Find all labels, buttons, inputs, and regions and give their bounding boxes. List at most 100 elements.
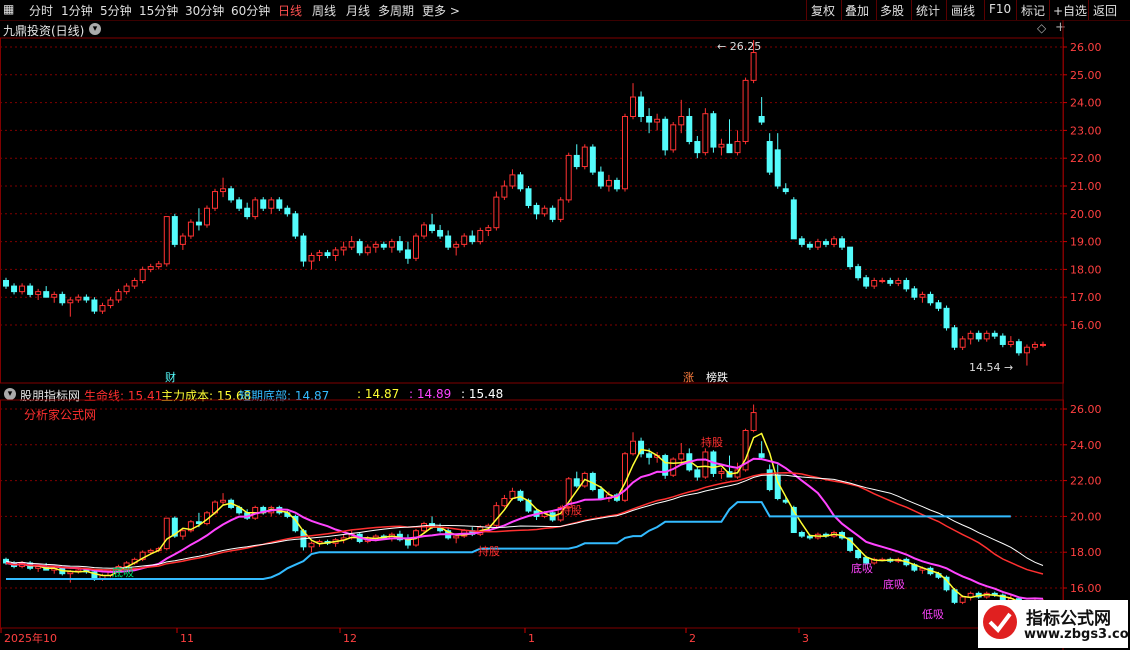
indicator-candle-body (252, 506, 259, 519)
x-axis-label: 3 (802, 632, 809, 645)
candle-body (903, 280, 910, 290)
period-tab-10[interactable]: 更多 > (422, 2, 460, 19)
stock-title[interactable]: 九鼎投资(日线) (3, 22, 84, 39)
candle-body (694, 141, 701, 154)
candle-body (758, 116, 765, 123)
indicator-candle-body (621, 453, 628, 501)
candle-body (1015, 341, 1022, 354)
period-tab-6[interactable]: 日线 (278, 2, 302, 19)
candle-body (67, 299, 74, 304)
action-button-4[interactable]: 画线 (951, 2, 975, 19)
toolbar-separator (876, 0, 877, 20)
indicator-candle-body (163, 517, 170, 550)
signal-label-1: 持股 (478, 544, 500, 558)
candle-body (3, 280, 9, 287)
action-button-0[interactable]: 复权 (811, 2, 835, 19)
indicator-candle-body (453, 535, 460, 539)
candle-body (437, 229, 444, 237)
action-button-3[interactable]: 统计 (916, 2, 940, 19)
toolbar-separator (984, 0, 985, 20)
action-button-2[interactable]: 多股 (880, 2, 904, 19)
candle-body (187, 221, 194, 237)
candle-body (372, 243, 379, 248)
candle-body (895, 280, 902, 284)
candle-body (718, 143, 725, 148)
candle-body (774, 149, 781, 187)
indicator-candle-body (605, 494, 612, 500)
period-tab-5[interactable]: 60分钟 (231, 2, 270, 19)
action-button-7[interactable]: +自选 (1053, 2, 1087, 19)
chevron-down-icon[interactable]: ▾ (89, 23, 101, 35)
indicator-candle-body (597, 489, 604, 499)
indicator-value-0: 生命线: 15.41 (84, 389, 163, 403)
period-tab-8[interactable]: 月线 (346, 2, 370, 19)
indicator-candle-body (493, 505, 500, 526)
candle-body (734, 141, 741, 154)
period-tab-0[interactable]: 分时 (29, 2, 53, 19)
candle-body (541, 207, 548, 215)
candle-body (91, 299, 98, 312)
indicator-y-tick-label: 18.00 (1070, 546, 1102, 559)
chevron-down-icon[interactable]: ▾ (4, 388, 16, 400)
indicator-candle-body (332, 539, 339, 544)
indicator-value-5: : 15.48 (461, 387, 504, 401)
candle-body (782, 188, 789, 193)
indicator-candle-body (726, 471, 733, 478)
candle-body (75, 296, 82, 301)
grid-icon[interactable]: ▦ (3, 2, 14, 16)
period-tab-4[interactable]: 30分钟 (185, 2, 224, 19)
x-axis-label: 1 (528, 632, 535, 645)
candle-body (654, 118, 661, 123)
indicator-candle-body (871, 558, 878, 564)
candle-body (621, 116, 628, 190)
candle-body (967, 332, 974, 340)
action-button-8[interactable]: 返回 (1093, 2, 1117, 19)
indicator-candle-body (919, 567, 926, 571)
stock-chart[interactable]: 26.00 25.00 24.00 23.00 22.00 21.00 20.00 19.00… (0, 0, 1130, 650)
indicator-candle-body (638, 440, 645, 455)
action-button-6[interactable]: 标记 (1021, 2, 1045, 19)
candle-body (429, 224, 436, 231)
indicator-candle-body (509, 490, 516, 499)
indicator-candle-body (429, 523, 436, 528)
action-button-1[interactable]: 叠加 (845, 2, 869, 19)
watermark-url: www.zbgs3.com (1024, 627, 1130, 642)
indicator-candle-body (437, 526, 444, 532)
period-tab-2[interactable]: 5分钟 (100, 2, 132, 19)
candle-body (493, 196, 500, 229)
candle-body (292, 213, 299, 237)
indicator-candle-body (742, 429, 749, 471)
toolbar-separator (1049, 0, 1050, 20)
indicator-candle-body (99, 574, 106, 580)
candle-body (228, 188, 235, 201)
candle-body (983, 332, 990, 340)
indicator-candle-body (654, 455, 661, 458)
candle-body (316, 252, 323, 257)
indicator-name[interactable]: 股朋指标网 (20, 387, 80, 404)
candle-body (646, 116, 653, 123)
action-button-5[interactable]: F10 (989, 2, 1011, 16)
indicator-candle-body (831, 532, 837, 537)
candle-body (678, 116, 685, 126)
period-tab-3[interactable]: 15分钟 (139, 2, 178, 19)
indicator-candle-body (678, 453, 685, 460)
indicator-candle-body (3, 558, 9, 564)
candle-body (863, 277, 870, 287)
period-tab-9[interactable]: 多周期 (378, 2, 414, 19)
white-average-line (5, 474, 1044, 569)
period-tab-1[interactable]: 1分钟 (61, 2, 93, 19)
indicator-panel-frame (0, 399, 1064, 629)
diamond-icon[interactable]: ◇ (1037, 21, 1046, 35)
main-y-tick-label: 20.00 (1070, 208, 1102, 221)
candle-body (276, 199, 283, 209)
indicator-candle-body (75, 569, 82, 573)
x-axis-label: 11 (180, 632, 194, 645)
indicator-candle-body (766, 469, 773, 491)
candle-body (380, 243, 387, 248)
indicator-candle-body (388, 533, 395, 539)
plus-icon[interactable]: + (1055, 20, 1066, 35)
indicator-candle-body (412, 530, 419, 546)
toolbar-separator (806, 0, 807, 20)
indicator-candle-body (686, 453, 693, 471)
period-tab-7[interactable]: 周线 (312, 2, 336, 19)
